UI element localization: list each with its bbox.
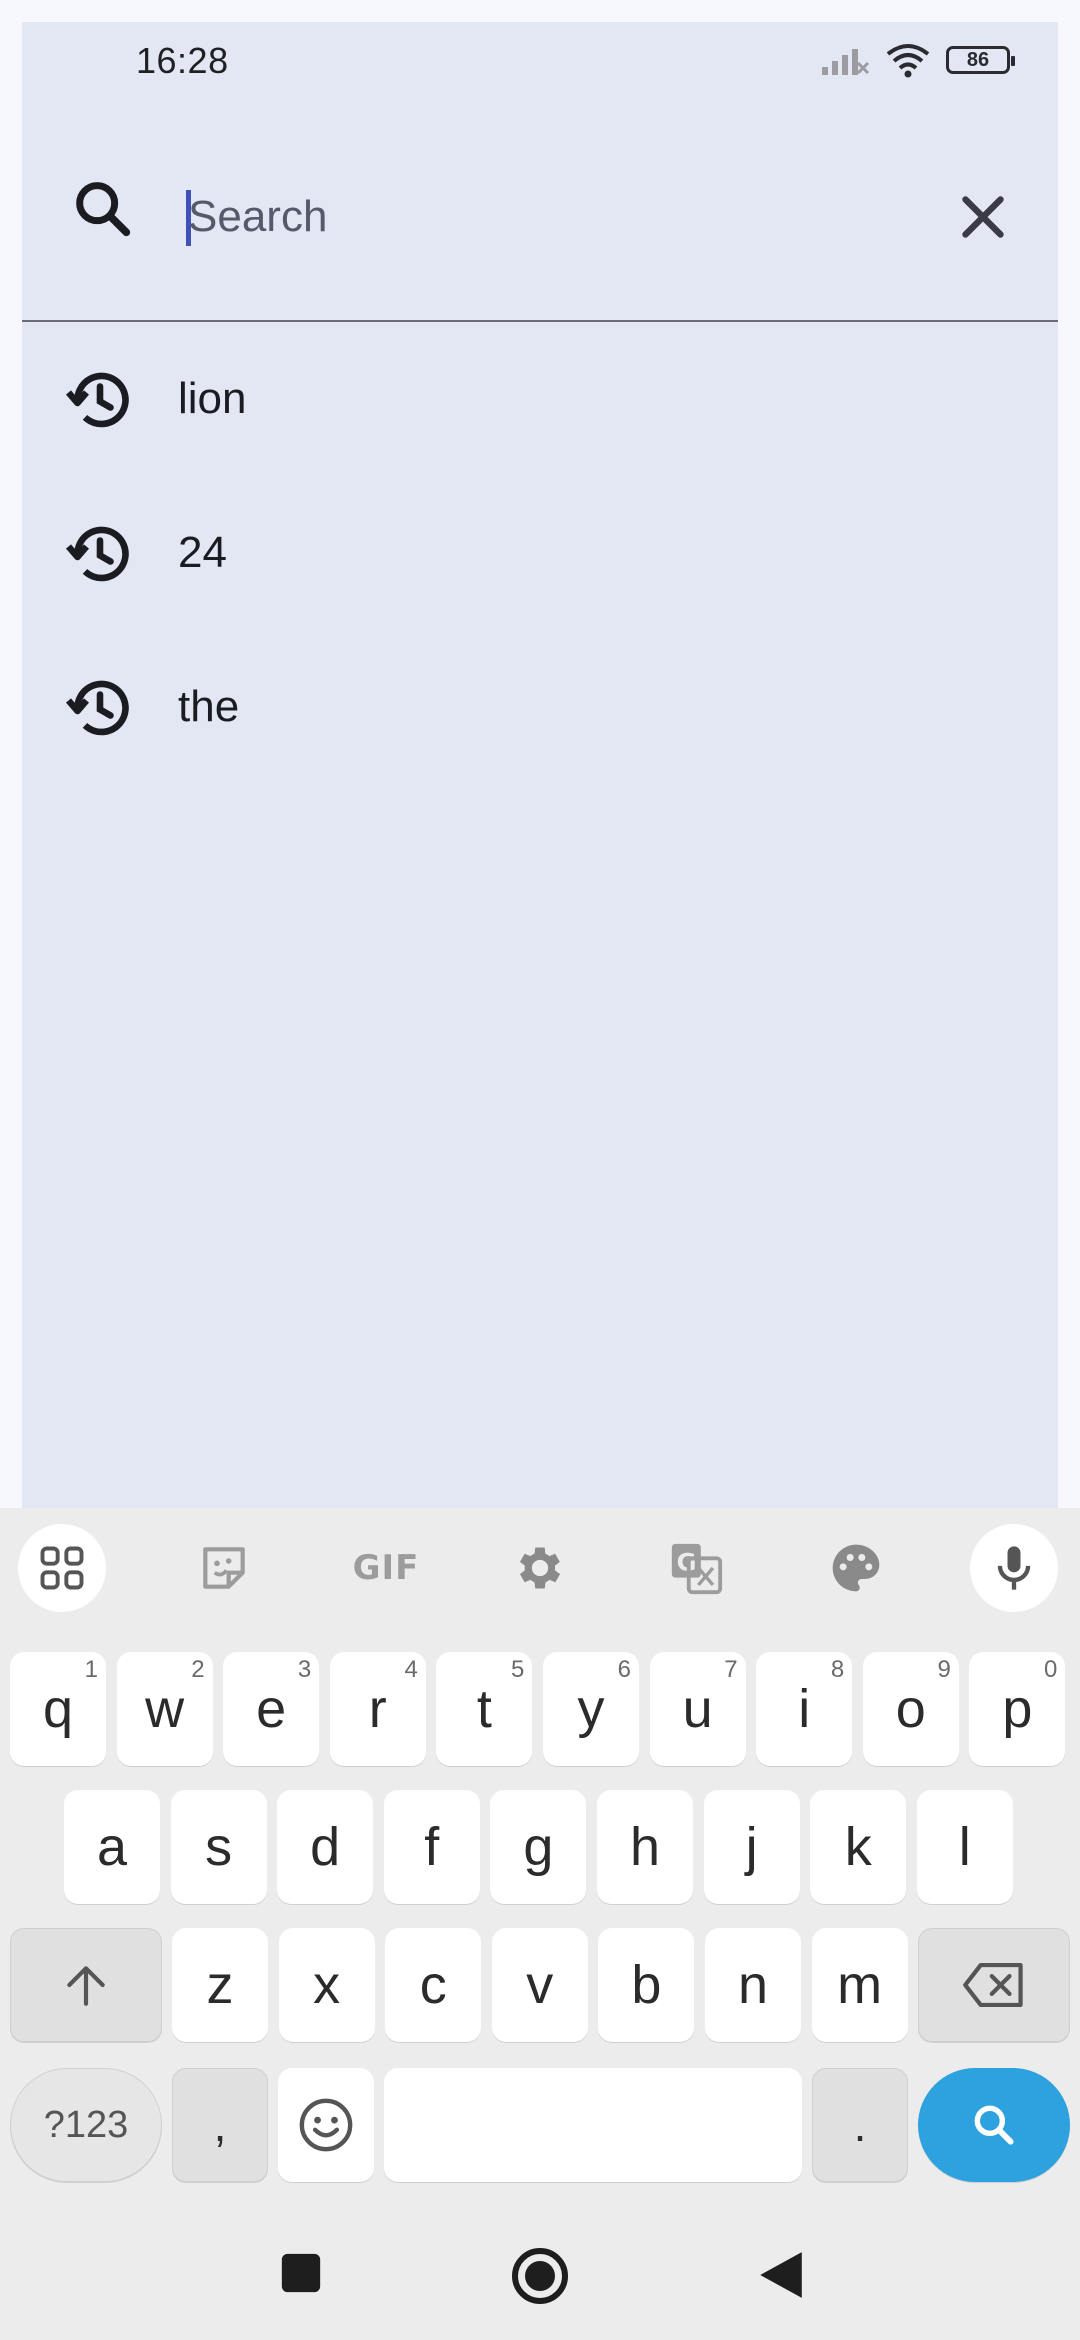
key-z[interactable]: z <box>172 1928 268 2042</box>
history-item[interactable]: 24 <box>22 476 1058 630</box>
status-bar: 16:28 86 <box>0 0 1080 110</box>
key-hint: 5 <box>511 1656 525 1683</box>
key-label: o <box>895 1679 926 1739</box>
key-d[interactable]: d <box>277 1790 374 1904</box>
battery-indicator: 86 <box>946 46 1015 74</box>
key-i[interactable]: i8 <box>756 1652 853 1766</box>
recents-square-icon[interactable] <box>278 2250 324 2296</box>
key-e[interactable]: e3 <box>223 1652 320 1766</box>
svg-text:G: G <box>677 1548 697 1576</box>
key-hint: 4 <box>404 1656 418 1683</box>
key-label: r <box>368 1679 387 1739</box>
key-f[interactable]: f <box>383 1790 480 1904</box>
key-o[interactable]: o9 <box>862 1652 959 1766</box>
key-hint: 6 <box>617 1656 631 1683</box>
history-item-label: the <box>178 682 240 731</box>
close-icon[interactable] <box>948 182 1018 252</box>
key-hint: 3 <box>297 1656 312 1683</box>
key-t[interactable]: t5 <box>436 1652 533 1766</box>
palette-icon <box>832 1544 880 1592</box>
key-label: e <box>256 1679 287 1739</box>
key-hint: 8 <box>830 1656 845 1683</box>
search-key[interactable] <box>918 2068 1070 2182</box>
key-g[interactable]: g <box>490 1790 587 1904</box>
space-key[interactable] <box>384 2068 802 2182</box>
history-item-label: 24 <box>178 528 227 577</box>
symbols-key[interactable]: ?123 <box>10 2068 162 2182</box>
key-a[interactable]: a <box>64 1790 160 1904</box>
key-k[interactable]: k <box>810 1790 907 1904</box>
key-n[interactable]: n <box>705 1928 801 2042</box>
key-label: p <box>1002 1679 1033 1739</box>
key-p[interactable]: p0 <box>969 1652 1066 1766</box>
key-hint: 7 <box>724 1656 738 1683</box>
sticker-button[interactable] <box>180 1524 268 1612</box>
translate-button[interactable]: G <box>652 1524 740 1612</box>
history-item[interactable]: the <box>22 630 1058 784</box>
key-label: u <box>682 1679 713 1739</box>
key-w[interactable]: w2 <box>116 1652 213 1766</box>
history-item[interactable]: lion <box>22 322 1058 476</box>
shift-arrow-icon <box>67 1966 105 2006</box>
emoji-icon <box>299 2098 353 2152</box>
key-l[interactable]: l <box>916 1790 1013 1904</box>
gif-label: GIF <box>352 1548 420 1588</box>
history-icon <box>65 372 129 428</box>
apps-grid-button[interactable] <box>18 1524 106 1612</box>
key-x[interactable]: x <box>278 1928 375 2042</box>
key-j[interactable]: j <box>703 1790 800 1904</box>
key-label: y <box>577 1679 605 1739</box>
backspace-icon <box>963 1962 1023 2008</box>
key-label: t <box>476 1679 492 1739</box>
key-label: w <box>145 1679 185 1739</box>
navigation-bar <box>0 2220 1080 2340</box>
key-c[interactable]: c <box>385 1928 482 2042</box>
microphone-icon <box>997 1546 1031 1590</box>
apps-grid-icon <box>40 1546 84 1590</box>
key-m[interactable]: m <box>811 1928 908 2042</box>
history-item-label: lion <box>178 374 247 423</box>
settings-button[interactable] <box>496 1524 584 1612</box>
voice-input-button[interactable] <box>970 1524 1058 1612</box>
gear-icon <box>519 1547 561 1589</box>
key-u[interactable]: u7 <box>649 1652 746 1766</box>
wifi-icon <box>886 44 930 78</box>
home-circle-icon[interactable] <box>510 2246 570 2306</box>
search-input[interactable] <box>188 182 888 252</box>
keyboard: GIF G q 1 w 2 e 3 r 4 t 5 y 6 u 7 i 8 o … <box>0 1508 1080 2340</box>
key-hint: 2 <box>191 1656 205 1683</box>
sticker-icon <box>203 1547 245 1589</box>
key-b[interactable]: b <box>598 1928 695 2042</box>
key-h[interactable]: h <box>597 1790 693 1904</box>
battery-level: 86 <box>966 48 990 71</box>
key-v[interactable]: v <box>491 1928 588 2042</box>
search-icon <box>974 2105 1014 2145</box>
translate-icon: G <box>671 1543 723 1595</box>
signal-icon <box>822 49 870 75</box>
theme-button[interactable] <box>812 1524 900 1612</box>
key-r[interactable]: r4 <box>329 1652 426 1766</box>
keyboard-toolbar: GIF G <box>0 1508 1080 1628</box>
emoji-key[interactable] <box>278 2068 374 2182</box>
gif-button[interactable]: GIF <box>336 1524 436 1612</box>
key-q[interactable]: q1 <box>10 1652 106 1766</box>
key-label: i <box>798 1679 811 1739</box>
comma-key[interactable]: , <box>172 2068 268 2182</box>
search-history-list: lion 24 the <box>22 322 1058 784</box>
key-hint: 1 <box>84 1656 98 1683</box>
period-key[interactable]: . <box>812 2068 908 2182</box>
backspace-key[interactable] <box>918 1928 1070 2042</box>
history-icon <box>65 526 129 582</box>
search-icon[interactable] <box>68 174 138 244</box>
key-hint: 9 <box>937 1656 951 1683</box>
shift-key[interactable] <box>10 1928 162 2042</box>
back-triangle-icon[interactable] <box>756 2248 806 2302</box>
key-s[interactable]: s <box>170 1790 267 1904</box>
search-bar <box>22 110 1058 320</box>
key-hint: 0 <box>1044 1656 1058 1683</box>
status-time: 16:28 <box>136 40 229 81</box>
history-icon <box>65 680 129 736</box>
key-y[interactable]: y6 <box>543 1652 639 1766</box>
key-label: q <box>42 1679 74 1739</box>
